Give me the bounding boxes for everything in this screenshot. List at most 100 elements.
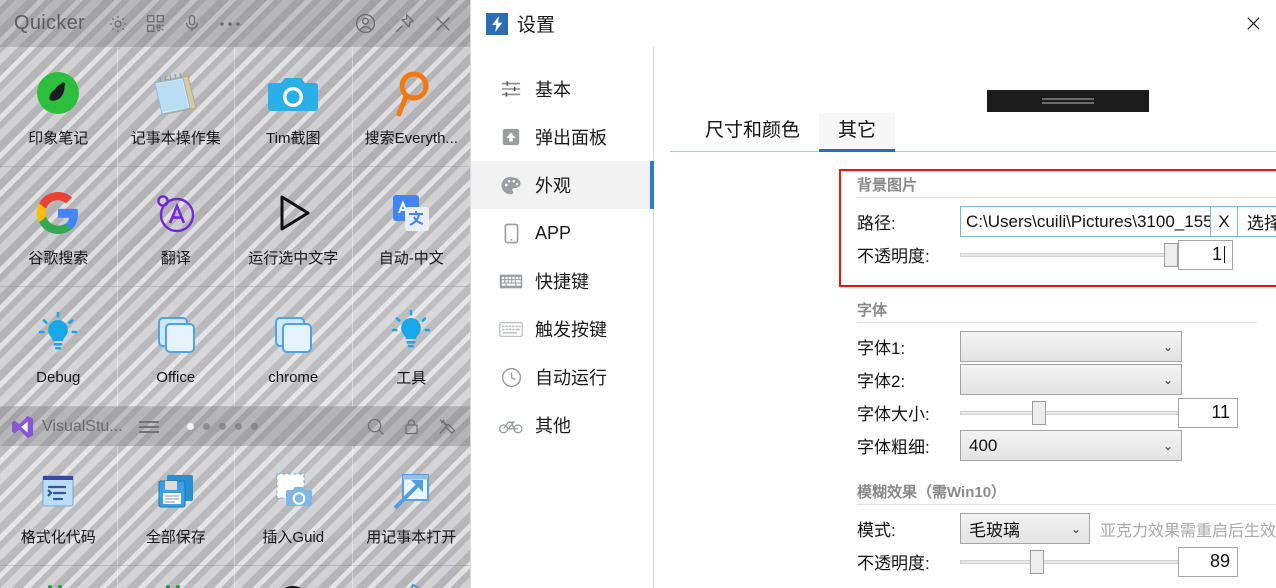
tile-evernote[interactable]: 印象笔记	[0, 47, 118, 167]
page-dots[interactable]	[186, 423, 258, 430]
row-font2: 字体2: ⌄	[857, 363, 1257, 396]
page-dot[interactable]	[234, 423, 242, 430]
settings-titlebar: 设置	[471, 0, 1276, 47]
lightbulb-icon	[34, 307, 82, 363]
sidebar-item-auto-run[interactable]: 自动运行	[471, 353, 653, 401]
tile-notepad[interactable]: 记事本操作集	[117, 47, 235, 167]
sidebar-item-popup-panel[interactable]: 弹出面板	[471, 113, 653, 161]
slider-thumb[interactable]	[1030, 549, 1044, 574]
row-bg-opacity: 不透明度: 1	[857, 238, 1276, 271]
tile-open-with-notepad[interactable]: 用记事本打开	[352, 446, 470, 566]
search-icon[interactable]	[365, 416, 386, 437]
tile-run-selected-text[interactable]: 运行选中文字	[235, 167, 353, 287]
sidebar-item-hotkeys[interactable]: 快捷键	[471, 257, 653, 305]
font2-select[interactable]: ⌄	[960, 364, 1182, 395]
sidebar-item-label: 基本	[535, 80, 571, 100]
sidebar-item-label: 弹出面板	[535, 128, 607, 148]
tile-partial-1[interactable]	[0, 566, 118, 588]
hamburger-icon[interactable]	[137, 419, 161, 435]
tab-other[interactable]: 其它	[819, 113, 896, 152]
tile-partial-2[interactable]	[118, 566, 235, 588]
blur-mode-hint: 亚克力效果需重启后生效。	[1100, 522, 1276, 540]
close-icon[interactable]	[432, 13, 454, 35]
ellipsis-icon[interactable]	[218, 20, 242, 28]
page-dot[interactable]	[250, 423, 258, 430]
bg-opacity-slider[interactable]	[960, 242, 1178, 267]
font-size-slider[interactable]	[960, 400, 1178, 425]
page-dot[interactable]	[218, 423, 226, 430]
sidebar-item-app[interactable]: APP	[471, 209, 653, 257]
tile-auto-chinese[interactable]: 自动-中文	[352, 167, 470, 287]
path-input[interactable]: C:\Users\cuili\Pictures\3100_1556	[960, 206, 1211, 237]
font-weight-select[interactable]: 400 ⌄	[960, 430, 1182, 461]
panel-up-icon	[498, 127, 524, 147]
keyboard-light-icon	[498, 321, 524, 338]
font2-label: 字体2:	[857, 372, 906, 391]
tile-label: 搜索Everyth...	[364, 130, 458, 147]
lock-icon[interactable]	[402, 416, 421, 437]
tab-size-and-color[interactable]: 尺寸和颜色	[686, 113, 819, 151]
settings-sidebar: 基本 弹出面板 外观 APP 快捷键 触发按键 自动运行 其他	[471, 47, 654, 588]
windows-stack-icon	[152, 307, 200, 363]
tile-tools[interactable]: 工具	[352, 287, 470, 407]
sidebar-item-other[interactable]: 其他	[471, 401, 653, 449]
sidebar-item-label: 自动运行	[535, 368, 607, 388]
tile-insert-guid[interactable]: 插入Guid	[235, 446, 353, 566]
tile-partial-3[interactable]	[235, 566, 353, 588]
sliders-icon	[498, 79, 524, 99]
group-title: 字体	[857, 302, 888, 319]
settings-tabs: 尺寸和颜色 其它	[670, 112, 1276, 152]
tile-translate[interactable]: 翻译	[117, 167, 235, 287]
page-dot[interactable]	[202, 423, 210, 430]
blur-opacity-value[interactable]: 89	[1178, 546, 1238, 577]
camera-icon	[267, 65, 319, 121]
tile-label: Office	[156, 369, 196, 386]
blue-shape-icon	[391, 574, 431, 588]
qrcode-icon[interactable]	[145, 13, 166, 34]
screenshot-camera-icon	[271, 464, 315, 520]
font1-select[interactable]: ⌄	[960, 331, 1182, 362]
tile-search-everything[interactable]: 搜索Everyth...	[352, 47, 470, 167]
tile-chrome[interactable]: chrome	[235, 287, 353, 407]
settings-title: 设置	[517, 15, 556, 36]
slider-thumb[interactable]	[1164, 242, 1178, 267]
tools-icon[interactable]	[437, 416, 458, 437]
tile-partial-4[interactable]	[353, 566, 471, 588]
tile-tim-screenshot[interactable]: Tim截图	[235, 47, 353, 167]
chevron-down-icon: ⌄	[1070, 521, 1081, 536]
tile-save-all[interactable]: 全部保存	[117, 446, 235, 566]
quicker-tile-row: 格式化代码 全部保存 插入Guid 用记事本打开	[0, 446, 470, 566]
tile-format-code[interactable]: 格式化代码	[0, 446, 118, 566]
tile-office[interactable]: Office	[117, 287, 235, 407]
row-path: 路径: C:\Users\cuili\Pictures\3100_1556 X …	[857, 205, 1276, 238]
close-icon[interactable]	[1230, 0, 1276, 47]
bg-opacity-value[interactable]: 1	[1178, 239, 1233, 270]
sidebar-item-basic[interactable]: 基本	[471, 65, 653, 113]
lightning-bolt-icon	[486, 12, 508, 35]
blur-mode-select[interactable]: 毛玻璃 ⌄	[960, 513, 1090, 544]
h-green-icon	[38, 574, 78, 588]
slider-track	[960, 252, 1178, 257]
clear-path-button[interactable]: X	[1211, 206, 1238, 237]
quicker-tile-row: 印象笔记 记事本操作集 Tim截图 搜索Everyth...	[0, 47, 470, 167]
font1-label: 字体1:	[857, 339, 906, 358]
settings-body: 基本 弹出面板 外观 APP 快捷键 触发按键 自动运行 其他 尺寸和颜色 其它…	[471, 47, 1276, 588]
gear-icon[interactable]	[107, 13, 129, 35]
page-dot[interactable]	[186, 423, 194, 430]
sidebar-item-appearance[interactable]: 外观	[471, 161, 654, 209]
blur-opacity-slider[interactable]	[960, 549, 1178, 574]
group-title: 模糊效果（需Win10）	[857, 484, 1007, 501]
group-title: 背景图片	[857, 177, 918, 194]
tile-debug[interactable]: Debug	[0, 287, 118, 407]
microphone-icon[interactable]	[182, 13, 202, 34]
circle-icon	[272, 574, 314, 588]
tile-label: Debug	[36, 369, 81, 386]
choose-file-button[interactable]: 选择...	[1238, 206, 1276, 237]
sidebar-item-label: APP	[535, 222, 572, 243]
tile-google-search[interactable]: 谷歌搜索	[0, 167, 118, 287]
sidebar-item-trigger-keys[interactable]: 触发按键	[471, 305, 653, 353]
font-size-value[interactable]: 11	[1178, 397, 1238, 428]
pin-icon[interactable]	[393, 12, 416, 35]
slider-thumb[interactable]	[1032, 400, 1046, 425]
account-icon[interactable]	[354, 12, 377, 35]
